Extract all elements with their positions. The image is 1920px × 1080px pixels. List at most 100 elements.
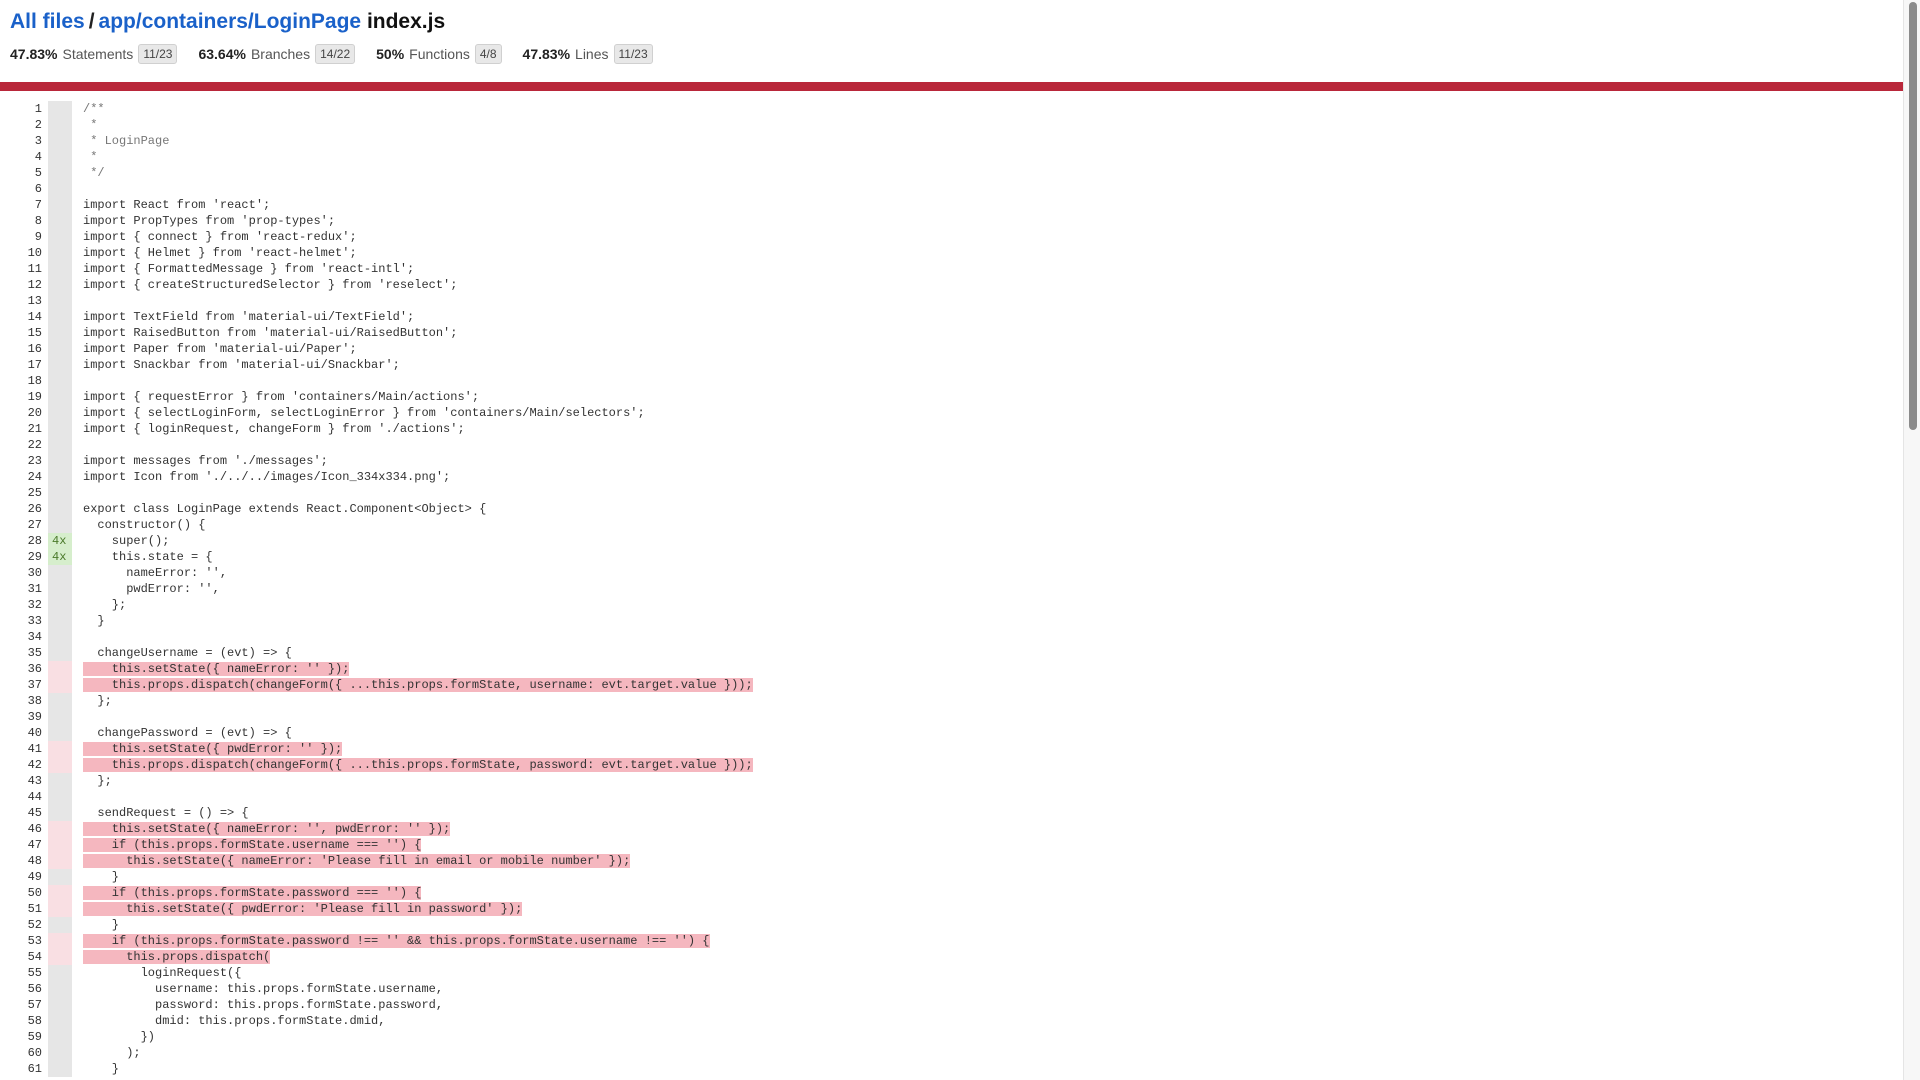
code-line: 14 import TextField from 'material-ui/Tex… [0, 309, 1904, 325]
line-number[interactable]: 4 [0, 149, 44, 165]
line-number[interactable]: 54 [0, 949, 44, 965]
code-text: import PropTypes from 'prop-types'; [83, 214, 336, 228]
line-number[interactable]: 57 [0, 997, 44, 1013]
line-number[interactable]: 2 [0, 117, 44, 133]
line-number[interactable]: 13 [0, 293, 44, 309]
line-number[interactable]: 44 [0, 789, 44, 805]
line-number[interactable]: 12 [0, 277, 44, 293]
line-number[interactable]: 47 [0, 837, 44, 853]
line-number[interactable]: 15 [0, 325, 44, 341]
hit-count [48, 325, 72, 341]
stat-fraction-badge: 11/23 [138, 44, 178, 64]
code-line: 32 }; [0, 597, 1904, 613]
line-number[interactable]: 55 [0, 965, 44, 981]
line-number[interactable]: 3 [0, 133, 44, 149]
code-line: 13 [0, 293, 1904, 309]
hit-count [48, 997, 72, 1013]
line-number[interactable]: 25 [0, 485, 44, 501]
code-text: import { Helmet } from 'react-helmet'; [83, 246, 357, 260]
code-line: 10 import { Helmet } from 'react-helmet'; [0, 245, 1904, 261]
line-number[interactable]: 56 [0, 981, 44, 997]
scrollbar-thumb[interactable] [1909, 2, 1917, 430]
line-number[interactable]: 53 [0, 933, 44, 949]
code-line: 24 import Icon from './../../images/Icon_… [0, 469, 1904, 485]
line-number[interactable]: 38 [0, 693, 44, 709]
hit-count [48, 245, 72, 261]
line-number[interactable]: 33 [0, 613, 44, 629]
line-number[interactable]: 7 [0, 197, 44, 213]
hit-count: 4x [48, 533, 72, 549]
line-number[interactable]: 21 [0, 421, 44, 437]
line-number[interactable]: 24 [0, 469, 44, 485]
line-number[interactable]: 51 [0, 901, 44, 917]
line-number[interactable]: 46 [0, 821, 44, 837]
line-number[interactable]: 50 [0, 885, 44, 901]
line-number[interactable]: 8 [0, 213, 44, 229]
line-number[interactable]: 1 [0, 101, 44, 117]
hit-count [48, 469, 72, 485]
line-number[interactable]: 14 [0, 309, 44, 325]
code-text: * LoginPage [83, 134, 170, 148]
hit-count [48, 133, 72, 149]
code-line: 27 constructor() { [0, 517, 1904, 533]
line-number[interactable]: 40 [0, 725, 44, 741]
line-number[interactable]: 48 [0, 853, 44, 869]
hit-count [48, 437, 72, 453]
vertical-scrollbar[interactable] [1903, 0, 1920, 1080]
line-number[interactable]: 35 [0, 645, 44, 661]
line-number[interactable]: 20 [0, 405, 44, 421]
line-number[interactable]: 9 [0, 229, 44, 245]
code-line: 12 import { createStructuredSelector } fr… [0, 277, 1904, 293]
line-number[interactable]: 34 [0, 629, 44, 645]
code-text: import { loginRequest, changeForm } from… [83, 422, 465, 436]
line-number[interactable]: 6 [0, 181, 44, 197]
folder-path-link[interactable]: app/containers/LoginPage [99, 10, 362, 33]
code-text: }; [83, 774, 112, 788]
line-number[interactable]: 18 [0, 373, 44, 389]
line-number[interactable]: 30 [0, 565, 44, 581]
line-number[interactable]: 41 [0, 741, 44, 757]
hit-count [48, 613, 72, 629]
line-number[interactable]: 28 [0, 533, 44, 549]
code-text: import RaisedButton from 'material-ui/Ra… [83, 326, 458, 340]
line-number[interactable]: 16 [0, 341, 44, 357]
code-line: 26 export class LoginPage extends React.C… [0, 501, 1904, 517]
line-number[interactable]: 17 [0, 357, 44, 373]
line-number[interactable]: 58 [0, 1013, 44, 1029]
line-number[interactable]: 52 [0, 917, 44, 933]
stat-fraction-badge: 4/8 [474, 44, 502, 64]
line-number[interactable]: 32 [0, 597, 44, 613]
hit-count [48, 933, 72, 949]
line-number[interactable]: 37 [0, 677, 44, 693]
line-number[interactable]: 11 [0, 261, 44, 277]
line-number[interactable]: 23 [0, 453, 44, 469]
line-number[interactable]: 36 [0, 661, 44, 677]
line-number[interactable]: 39 [0, 709, 44, 725]
line-number[interactable]: 61 [0, 1061, 44, 1077]
line-number[interactable]: 29 [0, 549, 44, 565]
line-number[interactable]: 31 [0, 581, 44, 597]
line-number[interactable]: 5 [0, 165, 44, 181]
line-number[interactable]: 27 [0, 517, 44, 533]
hit-count [48, 869, 72, 885]
line-number[interactable]: 59 [0, 1029, 44, 1045]
stat-lines: 47.83% Lines 11/23 [523, 44, 653, 64]
hit-count: 4x [48, 549, 72, 565]
line-number[interactable]: 22 [0, 437, 44, 453]
line-number[interactable]: 60 [0, 1045, 44, 1061]
hit-count [48, 773, 72, 789]
hit-count [48, 485, 72, 501]
line-number[interactable]: 45 [0, 805, 44, 821]
code-line: 7 import React from 'react'; [0, 197, 1904, 213]
line-number[interactable]: 43 [0, 773, 44, 789]
line-number[interactable]: 10 [0, 245, 44, 261]
line-number[interactable]: 42 [0, 757, 44, 773]
code-text: this.state = { [83, 550, 213, 564]
line-number[interactable]: 26 [0, 501, 44, 517]
all-files-link[interactable]: All files [10, 10, 85, 33]
line-number[interactable]: 49 [0, 869, 44, 885]
line-number[interactable]: 19 [0, 389, 44, 405]
